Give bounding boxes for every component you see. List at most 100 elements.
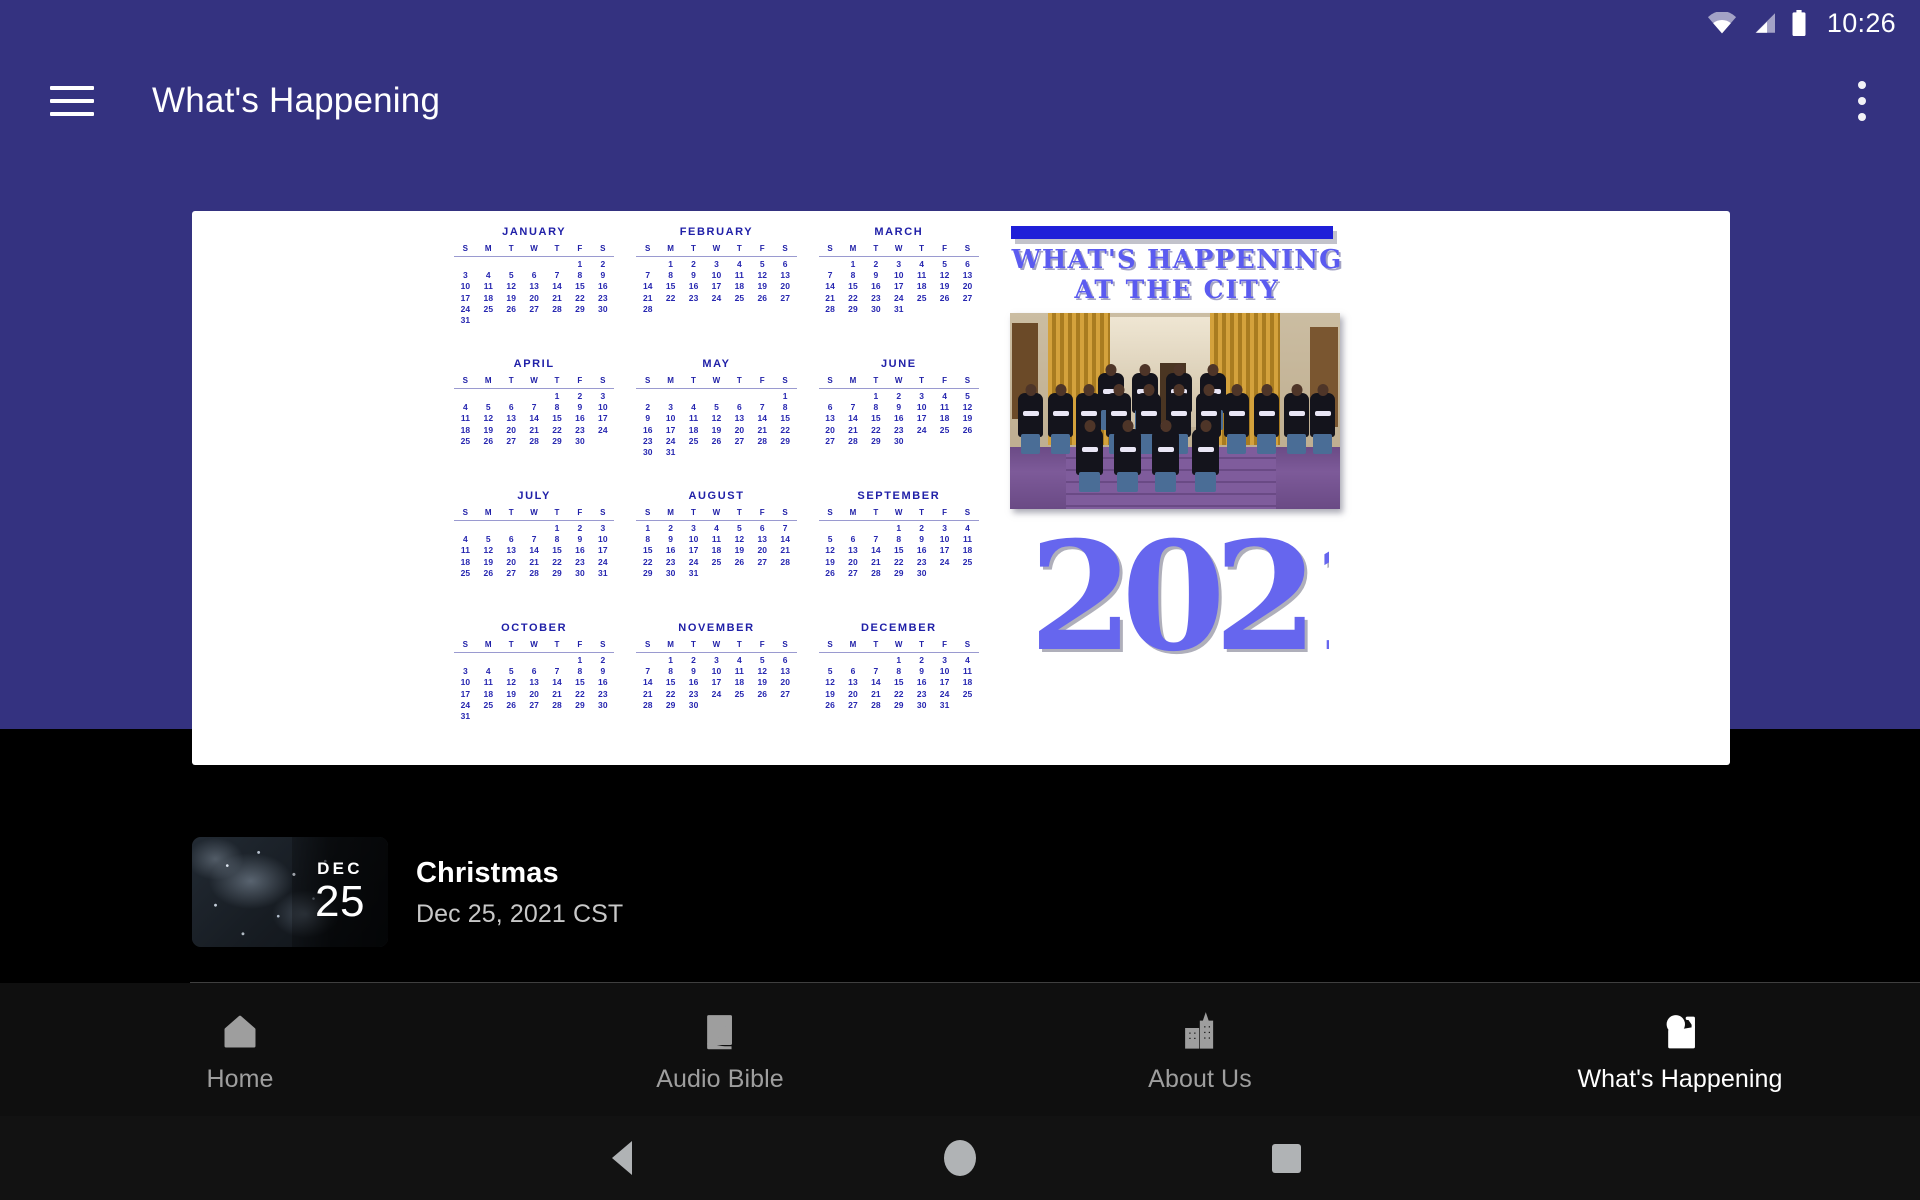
calendar-day: 5: [485, 534, 491, 545]
calendar-day: 6: [759, 523, 765, 533]
event-clock-icon: [1666, 1014, 1695, 1048]
recents-button[interactable]: [1272, 1143, 1301, 1173]
nav-item-audio-bible[interactable]: Audio Bible: [480, 983, 960, 1116]
calendar-day: 17: [711, 677, 722, 688]
calendar-day: 10: [598, 402, 608, 413]
nav-item-whats-happening[interactable]: What's Happening: [1440, 983, 1920, 1116]
calendar-day: 29: [893, 567, 904, 578]
calendar-day: 9: [919, 666, 925, 677]
calendar-day: 23: [598, 688, 608, 699]
calendar-day: 6: [736, 402, 742, 413]
calendar-day: 28: [642, 303, 653, 314]
calendar-day: 26: [506, 303, 517, 314]
calendar-day: 14: [871, 545, 881, 556]
calendar-day: 17: [939, 677, 950, 688]
calendar-day: 1: [645, 523, 651, 533]
calendar-month-name: NOVEMBER: [678, 622, 755, 634]
calendar-day: 20: [848, 556, 858, 567]
calendar-day: 26: [757, 688, 768, 699]
building-icon: [1185, 1011, 1214, 1049]
back-button[interactable]: [612, 1141, 632, 1175]
calendar-day: 11: [734, 666, 744, 677]
announcement-card[interactable]: JANUARYSMTWTFS00000123456789101112131415…: [192, 211, 1730, 765]
calendar-month-name: SEPTEMBER: [857, 490, 941, 502]
calendar-day: 29: [552, 435, 562, 446]
calendar-day: 5: [508, 270, 514, 281]
calendar-days: 0000012345678910111213141516171819202122…: [454, 655, 614, 722]
list-item[interactable]: DEC 25 Christmas Dec 25, 2021 CST: [192, 837, 1592, 947]
calendar-day: 13: [962, 270, 973, 281]
calendar-rule: [636, 652, 797, 653]
photo-figure: [1018, 393, 1043, 437]
calendar-day: 6: [850, 666, 856, 677]
calendar-day: 15: [871, 413, 881, 424]
calendar-day: 28: [871, 699, 881, 710]
calendar-day: 26: [962, 424, 973, 435]
calendar-day: 28: [780, 556, 791, 567]
calendar-day: 18: [460, 556, 471, 567]
calendar-day: 7: [645, 270, 651, 281]
calendar-day: 31: [598, 567, 608, 578]
calendar-day: 22: [871, 424, 881, 435]
calendar-day: 17: [460, 292, 471, 303]
calendar-day: 25: [460, 435, 471, 446]
calendar-day: 31: [665, 447, 676, 458]
calendar-day: 7: [873, 666, 879, 677]
calendar-day: 25: [962, 688, 973, 699]
calendar-day: 22: [848, 292, 858, 303]
calendar-rule: [818, 652, 979, 653]
calendar-day: 15: [575, 677, 585, 688]
calendar-day: 11: [940, 402, 950, 413]
calendar-month-name: FEBRUARY: [679, 226, 754, 238]
calendar-day: 27: [825, 435, 835, 446]
calendar-day: 4: [942, 391, 948, 401]
calendar-day: 23: [688, 688, 699, 699]
calendar-month: NOVEMBERSMTWTFS0123456789101112131415161…: [636, 621, 797, 748]
poster-accent-bar: [1011, 226, 1333, 239]
event-subtitle: Dec 25, 2021 CST: [416, 899, 624, 928]
calendar-day: 23: [642, 435, 653, 446]
calendar-day: 10: [665, 413, 676, 424]
overflow-menu-icon[interactable]: [1840, 75, 1884, 127]
nav-label-home: Home: [206, 1064, 274, 1093]
calendar-weekday-headers: SMTWTFS: [827, 244, 971, 253]
calendar-day: 24: [916, 424, 927, 435]
squad-logo: [1258, 410, 1275, 416]
calendar-day: 21: [529, 424, 539, 435]
calendar-day: 1: [577, 655, 583, 665]
calendar-day: 7: [873, 534, 879, 545]
calendar-day: 10: [711, 270, 722, 281]
nav-item-about-us[interactable]: About Us: [960, 983, 1440, 1116]
calendar-day: 26: [757, 292, 768, 303]
calendar-day: 3: [463, 666, 468, 677]
home-icon: [224, 1015, 256, 1047]
photo-figure-legs: [1117, 472, 1138, 492]
nav-item-home[interactable]: Home: [0, 983, 480, 1116]
calendar-day: 24: [598, 556, 608, 567]
calendar-day: 8: [782, 402, 788, 413]
calendar-day: 5: [508, 666, 514, 677]
calendar-rule: [454, 520, 615, 521]
calendar-day: 14: [780, 534, 791, 545]
calendar-day: 21: [642, 688, 653, 699]
calendar-day: 7: [827, 270, 833, 281]
hamburger-menu-icon[interactable]: [50, 86, 94, 116]
photo-figure-legs: [1079, 472, 1100, 492]
system-navigation-bar: [0, 1116, 1920, 1200]
calendar-rule: [636, 256, 797, 257]
home-button[interactable]: [944, 1140, 976, 1176]
calendar-day: 13: [529, 281, 539, 292]
calendar-day: 19: [962, 413, 973, 424]
calendar-day: 8: [645, 534, 651, 545]
calendar-day: 5: [827, 666, 833, 677]
calendar-day: 18: [483, 292, 494, 303]
calendar-day: 19: [939, 281, 950, 292]
calendar-day: 13: [506, 545, 517, 556]
calendar-day: 9: [645, 413, 651, 424]
calendar-day: 14: [642, 281, 653, 292]
event-month: DEC: [317, 859, 363, 878]
calendar-day: 10: [598, 534, 608, 545]
calendar-day: 22: [575, 688, 585, 699]
calendar-day: 1: [668, 655, 674, 665]
calendar-day: 30: [893, 435, 904, 446]
